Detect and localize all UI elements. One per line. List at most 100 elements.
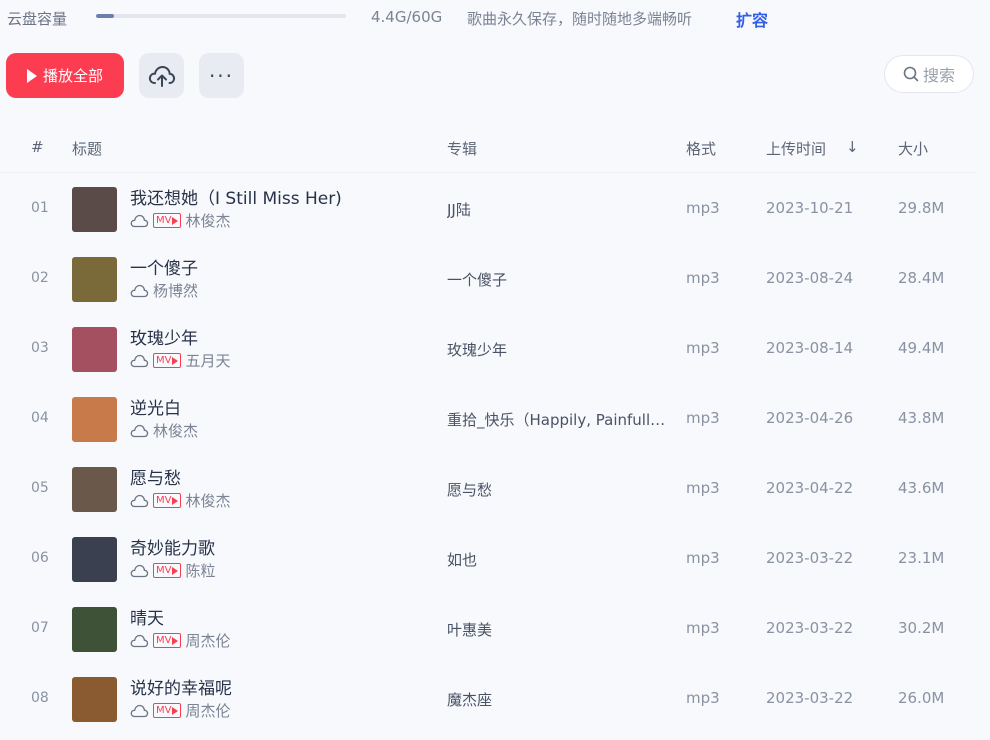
song-row[interactable]: 06 奇妙能力歌 MV 陈粒 如也 mp3 2023-03-22 23.1M xyxy=(0,524,975,594)
album-cover[interactable] xyxy=(72,257,117,302)
mv-play-icon xyxy=(172,216,179,225)
song-size: 26.0M xyxy=(898,689,945,707)
song-artist[interactable]: 林俊杰 xyxy=(185,210,230,231)
mv-play-icon xyxy=(172,496,179,505)
song-title: 我还想她（I Still Miss Her) xyxy=(130,189,342,209)
play-icon xyxy=(26,68,37,83)
album-cover[interactable] xyxy=(72,397,117,442)
song-index: 03 xyxy=(31,340,49,356)
capacity-label: 云盘容量 xyxy=(7,10,68,28)
song-artist[interactable]: 林俊杰 xyxy=(153,420,198,441)
mv-badge[interactable]: MV xyxy=(153,633,182,648)
mv-label: MV xyxy=(156,635,172,646)
mv-label: MV xyxy=(156,495,172,506)
song-format: mp3 xyxy=(686,549,720,567)
song-album[interactable]: 玫瑰少年 xyxy=(447,339,667,360)
song-title: 晴天 xyxy=(130,609,164,629)
song-row[interactable]: 02 一个傻子 杨博然 一个傻子 mp3 2023-08-24 28.4M xyxy=(0,244,975,314)
song-upload-date: 2023-08-14 xyxy=(766,339,854,357)
song-format: mp3 xyxy=(686,479,720,497)
song-index: 05 xyxy=(31,480,49,496)
cloud-icon xyxy=(130,494,149,508)
song-album[interactable]: 魔杰座 xyxy=(447,689,667,710)
song-row[interactable]: 04 逆光白林俊杰 重拾_快乐（Happily, Painfully After) m… xyxy=(0,384,975,454)
mv-badge[interactable]: MV xyxy=(153,703,182,718)
song-upload-date: 2023-03-22 xyxy=(766,689,854,707)
song-artist[interactable]: 五月天 xyxy=(185,350,230,371)
column-index: # xyxy=(31,138,44,156)
album-cover[interactable] xyxy=(72,187,117,232)
cloud-upload-icon xyxy=(148,65,175,87)
play-all-button[interactable]: 播放全部 xyxy=(6,53,124,98)
capacity-progress-fill xyxy=(96,14,115,18)
song-title: 奇妙能力歌 xyxy=(130,539,215,559)
column-size[interactable]: 大小 xyxy=(898,138,928,159)
song-row[interactable]: 08 说好的幸福呢 MV 周杰伦 魔杰座 mp3 2023-03-22 26.0M xyxy=(0,664,975,734)
song-title: 说好的幸福呢 xyxy=(130,679,232,699)
mv-badge[interactable]: MV xyxy=(153,563,182,578)
capacity-used-text: 4.4G/60G xyxy=(371,8,443,26)
song-meta: MV 周杰伦 xyxy=(130,700,230,721)
song-album[interactable]: 愿与愁 xyxy=(447,479,667,500)
song-title: 愿与愁 xyxy=(130,469,181,489)
song-title: 逆光白 xyxy=(130,399,181,419)
column-format[interactable]: 格式 xyxy=(686,138,716,159)
song-album[interactable]: JJ陆 xyxy=(447,199,667,220)
cloud-icon xyxy=(130,284,149,298)
song-artist[interactable]: 周杰伦 xyxy=(185,630,230,651)
album-cover[interactable] xyxy=(72,467,117,512)
column-upload-time[interactable]: 上传时间 xyxy=(766,138,826,159)
song-format: mp3 xyxy=(686,619,720,637)
song-row[interactable]: 07 晴天 MV 周杰伦 叶惠美 mp3 2023-03-22 30.2M xyxy=(0,594,975,664)
search-box[interactable]: 搜索 xyxy=(884,55,974,93)
cloud-icon xyxy=(130,214,149,228)
song-artist[interactable]: 林俊杰 xyxy=(185,490,230,511)
more-button[interactable]: ··· xyxy=(199,53,244,98)
mv-play-icon xyxy=(172,636,179,645)
mv-badge[interactable]: MV xyxy=(153,353,182,368)
song-artist[interactable]: 陈粒 xyxy=(185,560,215,581)
upload-button[interactable] xyxy=(139,53,184,98)
song-album[interactable]: 重拾_快乐（Happily, Painfully After) xyxy=(447,409,667,430)
song-size: 29.8M xyxy=(898,199,945,217)
song-title: 一个傻子 xyxy=(130,259,198,279)
mv-play-icon xyxy=(172,356,179,365)
song-size: 28.4M xyxy=(898,269,945,287)
expand-link[interactable]: 扩容 xyxy=(736,7,768,31)
search-icon xyxy=(903,66,919,82)
album-cover[interactable] xyxy=(72,327,117,372)
song-album[interactable]: 一个傻子 xyxy=(447,269,667,290)
song-upload-date: 2023-04-22 xyxy=(766,479,854,497)
song-index: 08 xyxy=(31,690,49,706)
cloud-icon xyxy=(130,354,149,368)
sort-arrow-icon[interactable]: ↓ xyxy=(846,138,859,156)
mv-label: MV xyxy=(156,355,172,366)
song-album[interactable]: 叶惠美 xyxy=(447,619,667,640)
song-artist[interactable]: 周杰伦 xyxy=(185,700,230,721)
song-index: 07 xyxy=(31,620,49,636)
song-upload-date: 2023-08-24 xyxy=(766,269,854,287)
album-cover[interactable] xyxy=(72,607,117,652)
cloud-icon xyxy=(130,704,149,718)
album-cover[interactable] xyxy=(72,677,117,722)
song-row[interactable]: 03 玫瑰少年 MV 五月天 玫瑰少年 mp3 2023-08-14 49.4M xyxy=(0,314,975,384)
song-meta: MV 林俊杰 xyxy=(130,490,230,511)
song-row[interactable]: 05 愿与愁 MV 林俊杰 愿与愁 mp3 2023-04-22 43.6M xyxy=(0,454,975,524)
album-cover[interactable] xyxy=(72,537,117,582)
mv-badge[interactable]: MV xyxy=(153,493,182,508)
song-size: 30.2M xyxy=(898,619,945,637)
song-row[interactable]: 01 我还想她（I Still Miss Her) MV 林俊杰 JJ陆 mp3 2023-… xyxy=(0,174,975,244)
song-size: 49.4M xyxy=(898,339,945,357)
song-format: mp3 xyxy=(686,269,720,287)
column-album[interactable]: 专辑 xyxy=(447,138,477,159)
capacity-description: 歌曲永久保存，随时随地多端畅听 xyxy=(467,10,693,28)
song-artist[interactable]: 杨博然 xyxy=(153,280,198,301)
cloud-icon xyxy=(130,424,149,438)
song-upload-date: 2023-03-22 xyxy=(766,549,854,567)
mv-label: MV xyxy=(156,565,172,576)
song-album[interactable]: 如也 xyxy=(447,549,667,570)
column-title[interactable]: 标题 xyxy=(72,138,102,159)
song-upload-date: 2023-10-21 xyxy=(766,199,854,217)
mv-badge[interactable]: MV xyxy=(153,213,182,228)
search-placeholder: 搜索 xyxy=(923,66,956,85)
